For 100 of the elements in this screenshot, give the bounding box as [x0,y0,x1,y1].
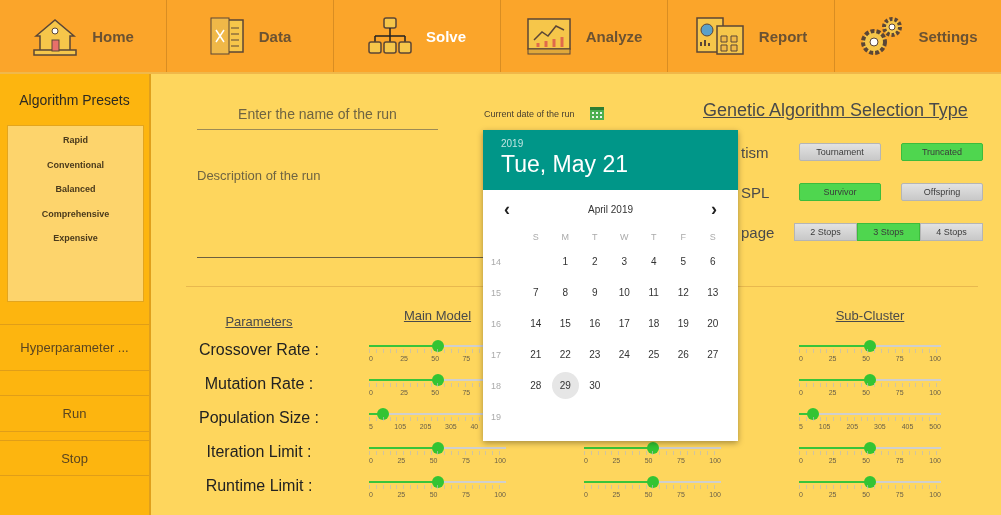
week-number: 14 [490,256,502,267]
slider-thumb[interactable] [864,476,876,488]
preset-item[interactable]: Balanced [55,177,96,202]
parameter-label: Iteration Limit : [206,443,312,461]
preset-item[interactable]: Rapid [63,128,88,153]
slider-thumb[interactable] [864,442,876,454]
calendar-day[interactable]: 8 [551,279,579,306]
slider-thumb[interactable] [431,442,444,454]
sidebar-button[interactable]: Hyperparameter ... [0,324,149,371]
calendar-day[interactable]: 2 [581,248,609,275]
calendar-day[interactable]: 7 [522,279,550,306]
weekday-label: T [592,232,598,242]
calendar-day[interactable]: 19 [669,310,697,337]
calendar-day[interactable]: 6 [699,248,727,275]
parameter-label: Runtime Limit : [205,477,313,495]
report-icon [694,16,745,56]
segment-button[interactable]: 4 Stops [920,223,983,241]
calendar-day[interactable]: 13 [699,279,727,306]
calendar-day[interactable]: 26 [669,341,697,368]
slider-thumb[interactable] [431,374,444,386]
slider-thumb[interactable] [864,340,876,352]
segment-button[interactable]: 3 Stops [857,223,920,241]
calendar-day[interactable]: 24 [610,341,638,368]
week-number: 16 [490,318,502,329]
weekday-label: M [561,232,569,242]
calendar-day[interactable]: 14 [522,310,550,337]
calendar-day[interactable]: 28 [522,372,550,399]
calendar-day[interactable]: 5 [669,248,697,275]
calendar-day[interactable]: 1 [551,248,579,275]
calendar-day[interactable]: 23 [581,341,609,368]
slider-thumb[interactable] [646,442,659,454]
slider-thumb[interactable] [376,408,389,420]
nav-tab[interactable]: Settings [835,0,1001,72]
week-number: 18 [490,380,502,391]
nav-tab[interactable]: Report [668,0,835,72]
column-heading: Main Model [403,308,472,323]
weekday-label: S [709,232,716,242]
option-button[interactable]: Truncated [901,143,983,161]
calendar-day[interactable]: 3 [610,248,638,275]
calendar-day[interactable]: 20 [699,310,727,337]
preset-item[interactable]: Expensive [53,226,98,251]
date-label: Current date of the run [484,109,575,119]
calendar-day[interactable]: 12 [669,279,697,306]
week-number: 15 [490,287,502,298]
presets-title: Algorithm Presets [18,90,131,110]
weekday-label: W [620,232,629,242]
option-button[interactable]: Survivor [799,183,881,201]
house-icon [32,16,79,56]
calendar-day[interactable]: 17 [610,310,638,337]
slider-thumb[interactable] [807,408,820,420]
parameter-label: Crossover Rate : [198,341,319,359]
calendar-day[interactable]: 22 [551,341,579,368]
calendar-day[interactable]: 15 [551,310,579,337]
parameter-label: Mutation Rate : [204,375,314,393]
calendar-day[interactable]: 10 [610,279,638,306]
calendar-icon[interactable] [588,105,605,121]
chart-board-icon [525,16,572,56]
segment-button[interactable]: 2 Stops [794,223,857,241]
parameter-label: Population Size : [198,409,320,427]
calendar-day[interactable]: 18 [640,310,668,337]
calendar-day[interactable]: 16 [581,310,609,337]
calendar-day[interactable]: 27 [699,341,727,368]
weekday-label: T [651,232,657,242]
column-heading: Sub-Cluster [835,308,905,323]
selection-title: Genetic Algorithm Selection Type [703,100,968,122]
sidebar-button[interactable]: Stop [0,440,149,476]
nav-tab[interactable]: Home [0,0,167,72]
picker-date: Tue, May 21 [501,151,629,178]
selection-label: page [741,223,776,241]
week-number: 17 [490,349,502,360]
week-number: 19 [490,411,502,422]
slider-thumb[interactable] [864,374,876,386]
nav-tab[interactable]: Analyze [501,0,668,72]
previous-month-button[interactable]: ‹ [504,198,510,220]
spreadsheet-icon [208,16,245,56]
slider-thumb[interactable] [431,476,444,488]
calendar-day[interactable]: 11 [640,279,668,306]
calendar-day[interactable]: 4 [640,248,668,275]
weekday-label: F [680,232,686,242]
run-name-field[interactable]: Enter the name of the run [197,98,438,130]
calendar-day[interactable]: 29 [551,372,579,399]
column-heading: Parameters [225,314,293,329]
preset-item[interactable]: Conventional [47,152,104,177]
month-label: April 2019 [588,203,633,215]
sidebar-button[interactable]: Run [0,395,149,432]
hierarchy-icon [368,16,412,56]
calendar-day[interactable]: 9 [581,279,609,306]
preset-item[interactable]: Comprehensive [41,201,110,226]
nav-tab[interactable]: Data [167,0,334,72]
next-month-button[interactable]: › [711,198,717,220]
calendar-day[interactable]: 30 [581,372,609,399]
option-button[interactable]: Offspring [901,183,983,201]
weekday-label: S [532,232,539,242]
calendar-day[interactable]: 21 [522,341,550,368]
gears-icon [858,16,905,56]
slider-thumb[interactable] [646,476,659,488]
selection-label: tism [741,143,770,161]
option-button[interactable]: Tournament [799,143,881,161]
calendar-day[interactable]: 25 [640,341,668,368]
slider-thumb[interactable] [431,340,444,352]
